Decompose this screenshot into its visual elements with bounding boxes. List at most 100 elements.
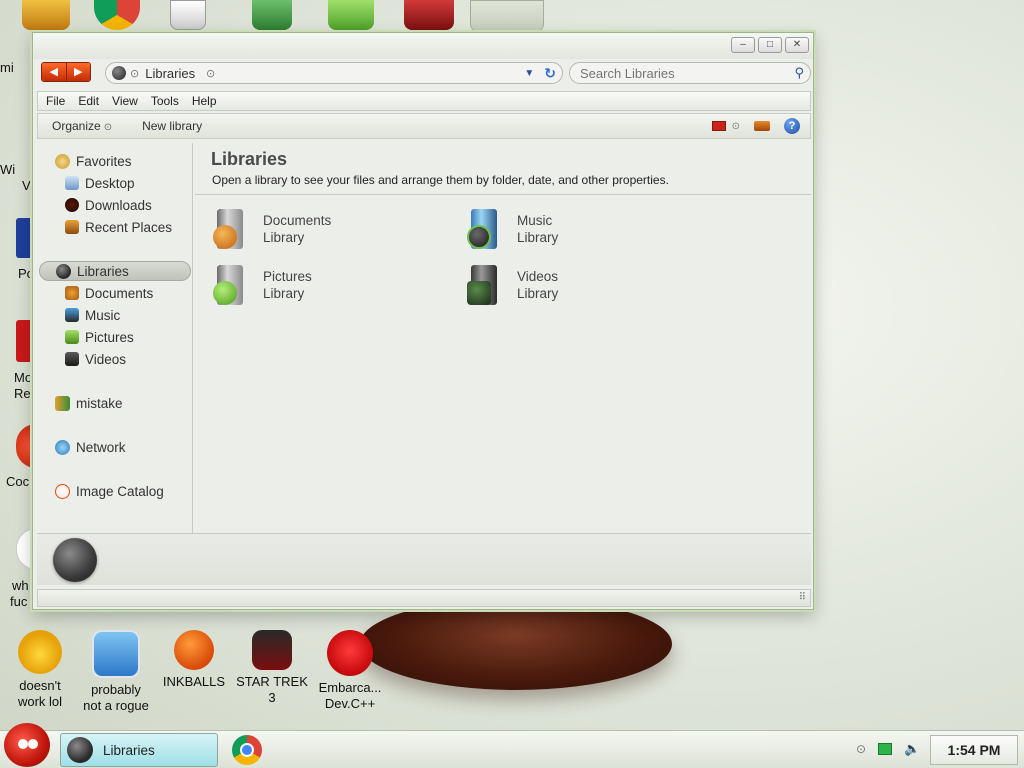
nav-image-catalog[interactable]: Image Catalog [55,481,164,501]
settings-monitor-icon [92,630,140,678]
desktop-icon-yahoo[interactable]: doesn't work lol [0,630,80,710]
nav-label: Libraries [77,263,129,279]
game-icon[interactable] [328,0,374,30]
title-bar[interactable]: – □ ✕ [33,33,813,59]
status-bar: ⠿ [37,589,811,607]
organize-button[interactable]: Organize ⊙ [52,119,112,133]
nav-desktop[interactable]: Desktop [65,173,135,193]
navigation-pane: Favorites Desktop Downloads Recent Place… [37,143,193,533]
music-library-icon [467,207,503,251]
view-options-icon[interactable]: ⊙ [732,121,740,132]
taskbar-button-label: Libraries [103,742,155,758]
back-button[interactable]: ◀ [42,63,66,81]
nav-label: Desktop [85,175,135,191]
address-field[interactable]: ⊙ Libraries ⊙ ▼ ↻ [105,62,563,84]
content-pane: Libraries Open a library to see your fil… [195,143,811,533]
minimize-button[interactable]: – [731,37,755,53]
desktop-left-label[interactable]: mi [0,60,36,76]
libraries-large-icon [53,538,97,582]
window-controls: – □ ✕ [731,37,809,53]
nav-homegroup[interactable]: mistake [55,393,123,413]
maximize-button[interactable]: □ [758,37,782,53]
breadcrumb-separator-icon[interactable]: ⊙ [130,67,139,80]
desktop-icon-label: not a rogue [83,698,149,713]
search-box[interactable]: ⚲ [569,62,811,84]
details-pane [37,533,811,585]
nav-lib-pictures[interactable]: Pictures [65,327,134,347]
nav-label: Documents [85,285,154,301]
menu-bar: File Edit View Tools Help [37,91,811,111]
volume-icon[interactable]: 🔈 [904,741,920,757]
command-bar: Organize ⊙ New library ⊙ ? [37,113,811,139]
chevron-down-icon[interactable]: ▼ [524,68,534,79]
desktop-icon-startrek[interactable]: STAR TREK 3 [232,630,312,706]
library-videos[interactable]: Videos Library [467,261,697,309]
clock[interactable]: 1:54 PM [930,735,1018,765]
search-icon[interactable]: ⚲ [794,65,804,81]
desktop-icon-inkballs[interactable]: INKBALLS [154,630,234,690]
nav-label: mistake [76,395,123,411]
desktop-icon-rogue[interactable]: probably not a rogue [76,630,156,714]
preview-pane-icon[interactable] [754,121,770,131]
page-title: Libraries [211,149,288,169]
menu-tools[interactable]: Tools [151,94,179,108]
nav-favorites[interactable]: Favorites [55,151,132,171]
menu-file[interactable]: File [46,94,65,108]
refresh-icon[interactable]: ↻ [544,65,556,82]
search-input[interactable] [580,65,795,81]
menu-help[interactable]: Help [192,94,217,108]
videos-library-icon [467,263,503,307]
taskbar: Libraries ⊙ 🔈 1:54 PM [0,723,1024,768]
change-view-icon[interactable] [711,121,726,131]
new-library-button[interactable]: New library [142,119,202,133]
taskbar-libraries-button[interactable]: Libraries [60,733,218,767]
nav-network[interactable]: Network [55,437,126,457]
documents-icon [65,286,79,300]
desktop-icon-label: STAR TREK [236,674,308,689]
help-icon[interactable]: ? [784,118,800,134]
nav-lib-videos[interactable]: Videos [65,349,126,369]
network-tray-icon[interactable] [878,743,893,755]
desktop-left-label[interactable]: Wi [0,162,36,178]
library-music[interactable]: Music Library [467,205,697,253]
desktop-icon-partial[interactable] [22,0,70,30]
libraries-orb-icon [112,66,126,80]
flag-icon[interactable] [404,0,454,30]
nav-buttons: ◀ ▶ [41,62,91,82]
breadcrumb-libraries[interactable]: Libraries [145,66,524,81]
pictures-library-icon [213,263,249,307]
organize-label: Organize [52,119,101,133]
tray-expand-icon[interactable]: ⊙ [856,742,866,756]
gear-app-icon[interactable] [470,0,544,32]
start-button[interactable] [4,723,50,767]
shield-icon[interactable] [252,0,292,30]
library-type: Library [263,286,305,301]
chrome-icon[interactable] [94,0,140,30]
library-documents[interactable]: Documents Library [213,205,443,253]
music-icon [65,308,79,322]
forward-button[interactable]: ▶ [65,63,90,81]
nav-libraries[interactable]: Libraries [39,261,191,281]
nav-lib-documents[interactable]: Documents [65,283,153,303]
desktop-icon-devcpp[interactable]: Embarca... Dev.C++ [310,630,390,712]
nav-label: Music [85,307,121,323]
inkball-icon [174,630,214,670]
nav-lib-music[interactable]: Music [65,305,120,325]
homegroup-icon [55,395,70,411]
nav-label: Pictures [85,329,134,345]
documents-library-icon [213,207,249,251]
nav-downloads[interactable]: Downloads [65,195,152,215]
nav-recent-places[interactable]: Recent Places [65,217,172,237]
command-bar-right: ⊙ ? [711,118,800,134]
desktop-icon-label: work lol [17,694,63,709]
devcpp-icon [327,630,373,676]
close-button[interactable]: ✕ [785,37,809,53]
menu-view[interactable]: View [112,94,138,108]
chrome-taskbar-icon[interactable] [232,735,262,765]
library-pictures[interactable]: Pictures Library [213,261,443,309]
menu-edit[interactable]: Edit [78,94,99,108]
cards-icon[interactable] [170,0,206,30]
breadcrumb-separator-icon[interactable]: ⊙ [206,67,215,80]
network-icon [55,439,70,455]
resize-grip-icon[interactable]: ⠿ [799,592,806,603]
